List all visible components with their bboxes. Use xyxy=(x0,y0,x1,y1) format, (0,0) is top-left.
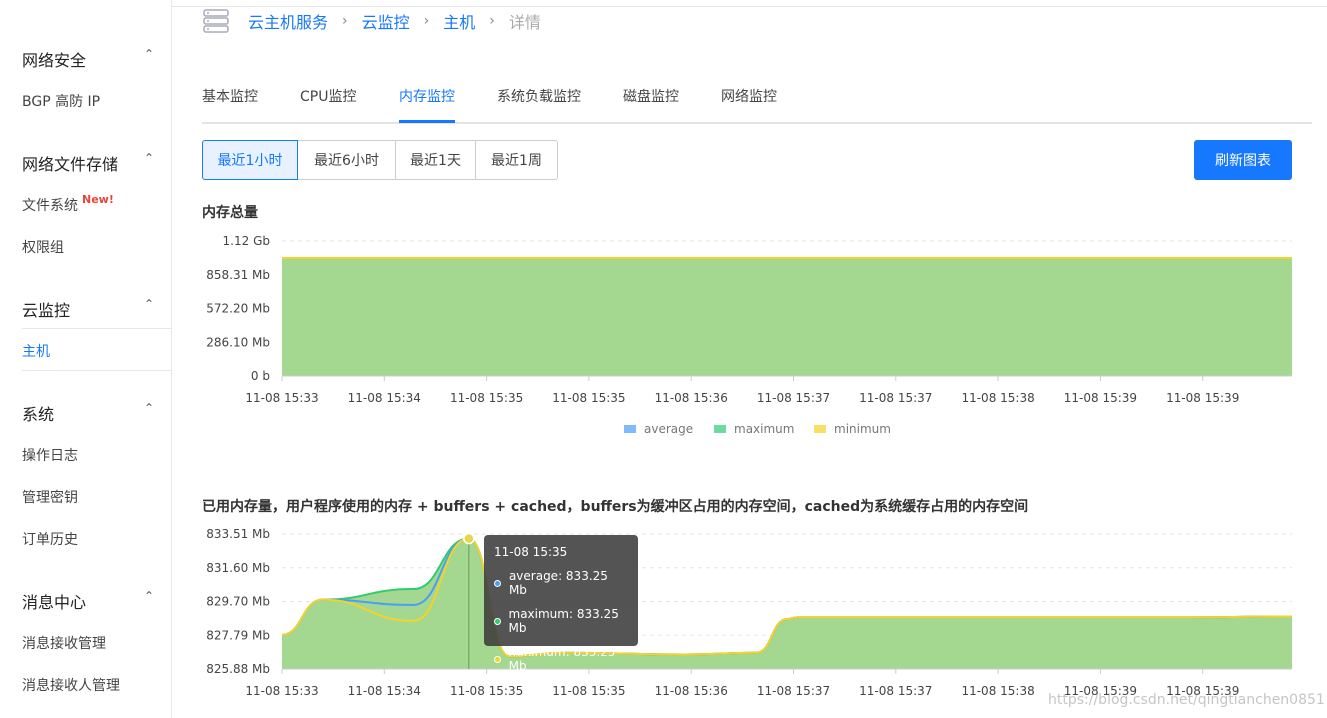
sidebar-item-order-history[interactable]: 订单历史 xyxy=(22,529,78,549)
legend-label-average: average xyxy=(644,422,693,436)
breadcrumb-host[interactable]: 主机 xyxy=(443,9,475,33)
x-tick-label: 11-08 15:35 xyxy=(552,684,625,698)
x-tick-label: 11-08 15:35 xyxy=(450,391,523,405)
sidebar-group-cloud-monitor[interactable]: 云监控 ⌃ xyxy=(22,297,172,321)
chart-title-total-memory: 内存总量 xyxy=(202,205,258,221)
x-tick-label: 11-08 15:39 xyxy=(1166,391,1239,405)
chevron-up-icon: ⌃ xyxy=(143,151,154,165)
divider xyxy=(22,370,172,371)
sidebar-group-message-center[interactable]: 消息中心 ⌃ xyxy=(22,589,172,613)
watermark: https://blog.csdn.net/qingtianchen0851 xyxy=(1048,692,1325,708)
chart-tooltip: 11-08 15:35 average: 833.25 Mb maximum: … xyxy=(484,535,638,673)
range-1w-button[interactable]: 最近1周 xyxy=(476,140,558,180)
hover-point-marker xyxy=(463,532,475,545)
y-tick-label: 572.20 Mb xyxy=(206,302,270,316)
tab-network[interactable]: 网络监控 xyxy=(721,86,777,106)
breadcrumb: 云主机服务 › 云监控 › 主机 › 详情 xyxy=(202,8,541,34)
y-tick-label: 286.10 Mb xyxy=(206,335,270,349)
x-tick-label: 11-08 15:37 xyxy=(859,391,932,405)
range-1d-button[interactable]: 最近1天 xyxy=(396,140,476,180)
tooltip-row-average: average: 833.25 Mb xyxy=(494,569,628,597)
x-tick-label: 11-08 15:37 xyxy=(757,391,830,405)
sidebar: 网络安全 ⌃ BGP 高防 IP 网络文件存储 ⌃ 文件系统 New! 权限组 云监控… xyxy=(0,0,172,718)
x-tick-label: 11-08 15:36 xyxy=(655,391,728,405)
new-badge: New! xyxy=(82,193,114,206)
sidebar-item-filesystem[interactable]: 文件系统 New! xyxy=(22,193,114,215)
y-tick-label: 858.31 Mb xyxy=(206,268,270,282)
divider xyxy=(22,328,172,329)
server-icon xyxy=(203,9,229,33)
x-tick-label: 11-08 15:35 xyxy=(450,684,523,698)
total-memory-chart: 1.12 Gb 858.31 Mb 572.20 Mb 286.10 Mb 0 b 11-… xyxy=(206,234,1292,436)
range-6h-button[interactable]: 最近6小时 xyxy=(298,140,396,180)
tooltip-title: 11-08 15:35 xyxy=(494,545,568,559)
sidebar-item-message-receive[interactable]: 消息接收管理 xyxy=(22,633,106,653)
x-tick-label: 11-08 15:37 xyxy=(859,684,932,698)
x-tick-label: 11-08 15:33 xyxy=(245,391,318,405)
tab-memory[interactable]: 内存监控 xyxy=(399,86,455,106)
legend-swatch-maximum xyxy=(714,425,726,433)
y-tick-label: 833.51 Mb xyxy=(206,527,270,541)
sidebar-item-message-receiver[interactable]: 消息接收人管理 xyxy=(22,675,120,695)
area-fill xyxy=(282,258,1292,376)
x-tick-label: 11-08 15:39 xyxy=(1064,391,1137,405)
range-1h-button[interactable]: 最近1小时 xyxy=(202,140,298,180)
monitor-tabs: 基本监控 CPU监控 内存监控 系统负载监控 磁盘监控 网络监控 xyxy=(202,84,1312,124)
tooltip-row-minimum: minimum: 833.25 Mb xyxy=(494,645,628,673)
x-tick-label: 11-08 15:38 xyxy=(961,684,1034,698)
x-tick-label: 11-08 15:36 xyxy=(655,684,728,698)
legend-swatch-minimum xyxy=(814,425,826,433)
tooltip-row-maximum: maximum: 833.25 Mb xyxy=(494,607,628,635)
sidebar-item-keys[interactable]: 管理密钥 xyxy=(22,487,78,507)
sidebar-item-bgp[interactable]: BGP 高防 IP xyxy=(22,91,100,111)
y-tick-label: 0 b xyxy=(251,369,270,383)
tab-cpu[interactable]: CPU监控 xyxy=(300,86,356,106)
x-tick-label: 11-08 15:37 xyxy=(757,684,830,698)
chevron-right-icon: › xyxy=(423,13,430,29)
chevron-up-icon: ⌃ xyxy=(143,297,154,311)
chevron-right-icon: › xyxy=(489,13,495,29)
sidebar-group-network-security[interactable]: 网络安全 ⌃ xyxy=(22,47,172,71)
breadcrumb-cloud-monitor[interactable]: 云监控 xyxy=(362,9,410,33)
average-dot-icon xyxy=(494,579,501,587)
breadcrumb-detail: 详情 xyxy=(508,13,541,32)
y-tick-label: 827.79 Mb xyxy=(206,628,270,642)
chart-title-used-memory: 已用内存量，用户程序使用的内存 + buffers + cached，buffe… xyxy=(202,499,1029,515)
chevron-up-icon: ⌃ xyxy=(143,401,154,415)
refresh-chart-button[interactable]: 刷新图表 xyxy=(1194,140,1292,180)
y-tick-label: 831.60 Mb xyxy=(206,561,270,575)
chevron-right-icon: › xyxy=(342,13,348,29)
active-tab-underline xyxy=(399,120,455,123)
y-tick-label: 825.88 Mb xyxy=(206,662,270,676)
legend-label-minimum: minimum xyxy=(834,422,891,436)
sidebar-item-permission-group[interactable]: 权限组 xyxy=(22,237,64,257)
tab-load[interactable]: 系统负载监控 xyxy=(497,86,581,106)
used-memory-chart: 833.51 Mb 831.60 Mb 829.70 Mb 827.79 Mb 825.… xyxy=(206,527,1293,698)
chevron-up-icon: ⌃ xyxy=(143,589,154,603)
sidebar-group-system[interactable]: 系统 ⌃ xyxy=(22,401,172,425)
x-tick-label: 11-08 15:33 xyxy=(245,684,318,698)
legend-label-maximum: maximum xyxy=(734,422,794,436)
tab-basic[interactable]: 基本监控 xyxy=(202,86,258,106)
breadcrumb-cloud-host[interactable]: 云主机服务 xyxy=(248,9,328,33)
x-tick-label: 11-08 15:34 xyxy=(348,684,421,698)
tab-disk[interactable]: 磁盘监控 xyxy=(623,86,679,106)
maximum-dot-icon xyxy=(494,617,501,625)
legend-swatch-average xyxy=(624,425,636,433)
sidebar-item-host[interactable]: 主机 xyxy=(22,341,50,361)
area-fill xyxy=(282,538,1292,669)
minimum-dot-icon xyxy=(494,655,501,663)
x-tick-label: 11-08 15:38 xyxy=(961,391,1034,405)
header-divider xyxy=(172,6,1327,7)
x-tick-label: 11-08 15:34 xyxy=(348,391,421,405)
time-range-selector: 最近1小时 最近6小时 最近1天 最近1周 xyxy=(202,140,558,180)
x-tick-label: 11-08 15:35 xyxy=(552,391,625,405)
sidebar-item-operation-log[interactable]: 操作日志 xyxy=(22,445,78,465)
sidebar-group-nfs[interactable]: 网络文件存储 ⌃ xyxy=(22,151,172,175)
chevron-up-icon: ⌃ xyxy=(143,47,154,61)
y-tick-label: 829.70 Mb xyxy=(206,595,270,609)
y-tick-label: 1.12 Gb xyxy=(223,234,270,248)
